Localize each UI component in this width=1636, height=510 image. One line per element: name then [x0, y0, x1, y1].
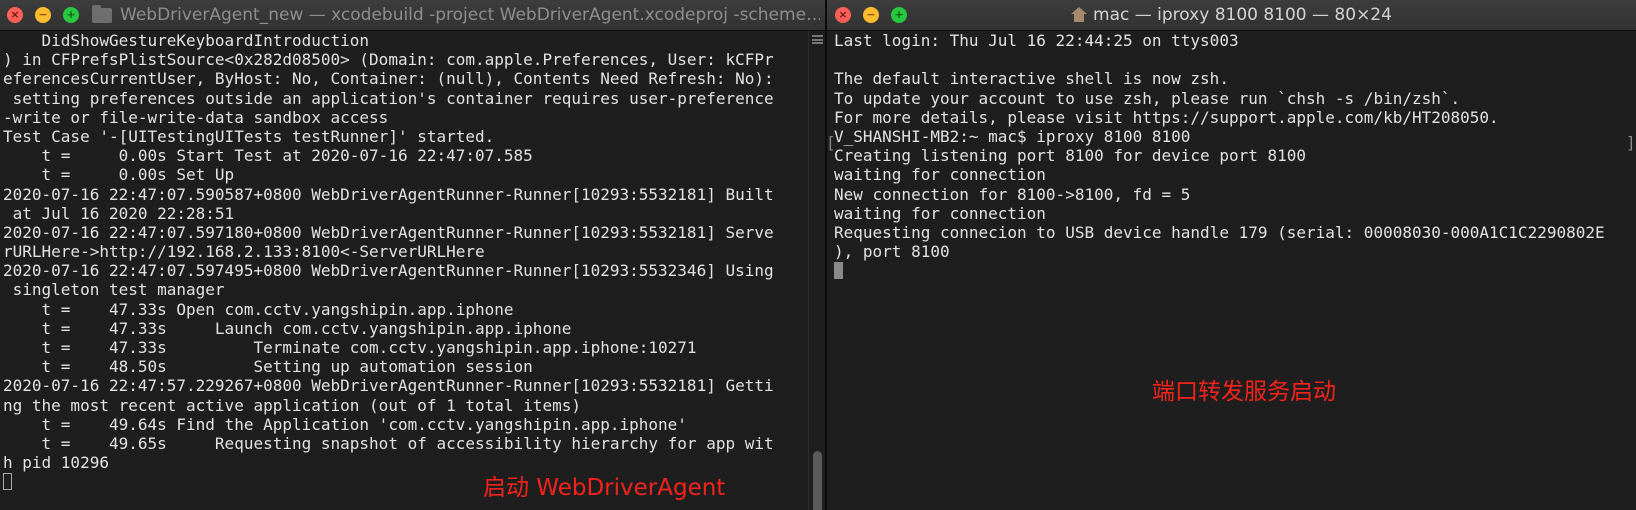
terminal-line: at Jul 16 2020 22:28:51 — [3, 203, 235, 223]
terminal-line: t = 47.33s Terminate com.cctv.yangshipin… — [3, 338, 697, 357]
mark-bracket-left: [ — [826, 133, 836, 152]
terminal-line: waiting for connection — [834, 165, 1046, 185]
terminal-line: For more details, please visit https://s… — [834, 107, 1499, 127]
terminal-line: rURLHere->http://192.168.2.133:8100<-Ser… — [3, 242, 485, 262]
terminal-line: New connection for 8100->8100, fd = 5 — [834, 184, 1191, 204]
terminal-line: To update your account to use zsh, pleas… — [834, 88, 1461, 108]
home-icon — [1071, 7, 1088, 22]
right-terminal-output[interactable]: Last login: Thu Jul 16 22:44:25 on ttys0… — [834, 31, 1634, 510]
zoom-icon[interactable]: + — [63, 7, 79, 23]
left-window-title: WebDriverAgent_new — xcodebuild -project… — [120, 5, 820, 25]
mark-bracket-right: ] — [1626, 133, 1636, 152]
terminal-line: 2020-07-16 22:47:57.229267+0800 WebDrive… — [3, 376, 774, 396]
right-prompt-line — [834, 261, 1634, 280]
right-terminal-window[interactable]: × − + mac — iproxy 8100 8100 — 80×24 Las… — [827, 0, 1636, 510]
right-titlebar[interactable]: × − + mac — iproxy 8100 8100 — 80×24 — [827, 0, 1636, 31]
left-scrollbar[interactable] — [808, 31, 825, 510]
terminal-line: t = 48.50s Setting up automation session — [3, 357, 533, 377]
terminal-line: V_SHANSHI-MB2:~ mac$ iproxy 8100 8100 — [834, 126, 1191, 146]
terminal-line: Test Case '-[UITestingUITests testRunner… — [3, 126, 495, 146]
terminal-line: Creating listening port 8100 for device … — [834, 146, 1307, 166]
minimize-icon[interactable]: − — [35, 7, 51, 23]
close-icon[interactable]: × — [7, 7, 23, 23]
terminal-line: t = 0.00s Start Test at 2020-07-16 22:47… — [3, 146, 533, 166]
terminal-line: t = 47.33s Open com.cctv.yangshipin.app.… — [3, 299, 514, 319]
terminal-line: 2020-07-16 22:47:07.590587+0800 WebDrive… — [3, 184, 774, 204]
left-titlebar[interactable]: × − + WebDriverAgent_new — xcodebuild -p… — [0, 0, 825, 31]
scroll-thumb[interactable] — [813, 451, 822, 510]
terminal-line: ng the most recent active application (o… — [3, 395, 581, 415]
terminal-line: t = 49.64s Find the Application 'com.cct… — [3, 414, 687, 434]
terminal-line: 2020-07-16 22:47:07.597180+0800 WebDrive… — [3, 222, 774, 242]
left-terminal-output[interactable]: DidShowGestureKeyboardIntroduction) in C… — [3, 31, 803, 510]
terminal-line: waiting for connection — [834, 203, 1046, 223]
left-annotation: 启动 WebDriverAgent — [483, 475, 726, 501]
terminal-line: t = 0.00s Set Up — [3, 165, 235, 185]
folder-icon — [92, 5, 112, 23]
right-window-title-text: mac — iproxy 8100 8100 — 80×24 — [1093, 5, 1392, 25]
split-pane-icon[interactable] — [812, 35, 823, 44]
terminal-line: -write or file-write-data sandbox access — [3, 107, 389, 127]
terminal-line: 2020-07-16 22:47:07.597495+0800 WebDrive… — [3, 261, 774, 281]
terminal-line: eferencesCurrentUser, ByHost: No, Contai… — [3, 69, 774, 89]
terminal-line: ) in CFPrefsPlistSource<0x282d08500> (Do… — [3, 50, 774, 70]
terminal-line: Last login: Thu Jul 16 22:44:25 on ttys0… — [834, 31, 1239, 50]
terminal-line: Requesting connecion to USB device handl… — [834, 222, 1605, 242]
terminal-line: ), port 8100 — [834, 242, 950, 262]
terminal-line: The default interactive shell is now zsh… — [834, 69, 1229, 89]
left-terminal-window[interactable]: × − + WebDriverAgent_new — xcodebuild -p… — [0, 0, 825, 510]
terminal-line: t = 47.33s Launch com.cctv.yangshipin.ap… — [3, 318, 572, 338]
right-window-title: mac — iproxy 8100 8100 — 80×24 — [827, 0, 1636, 31]
terminal-line: DidShowGestureKeyboardIntroduction — [3, 31, 370, 50]
terminal-line: singleton test manager — [3, 280, 225, 300]
right-annotation: 端口转发服务启动 — [1152, 379, 1336, 405]
terminal-cursor — [3, 473, 12, 491]
terminal-cursor — [834, 262, 843, 280]
terminal-line: setting preferences outside an applicati… — [3, 88, 774, 108]
terminal-line: t = 49.65s Requesting snapshot of access… — [3, 433, 774, 453]
